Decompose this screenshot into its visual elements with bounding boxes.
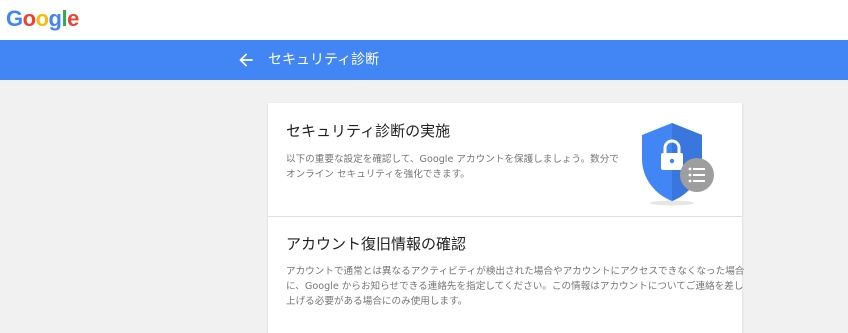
- checkup-intro-section: セキュリティ診断の実施 以下の重要な設定を確認して、Google アカウントを保…: [268, 103, 742, 217]
- recovery-info-section[interactable]: アカウント復旧情報の確認 アカウントで通常とは異なるアクティビティが検出された場…: [268, 217, 745, 333]
- section-title: セキュリティ診断の実施: [286, 122, 451, 140]
- description-line: アカウントで通常とは異なるアクティビティが検出された場合やアカウントにアクセスで…: [286, 266, 745, 277]
- description-line: 以下の重要な設定を確認して、Google アカウントを保護しましょう。数分で: [286, 154, 619, 165]
- shield-lock-icon: [636, 119, 726, 209]
- description-line: に、Google からお知らせできる連絡先を指定してください。この情報はアカウン…: [286, 281, 744, 292]
- page-title: セキュリティ診断: [268, 52, 380, 68]
- top-bar: Google: [0, 0, 848, 40]
- section-description: 以下の重要な設定を確認して、Google アカウントを保護しましょう。数分で オ…: [286, 152, 626, 182]
- google-logo[interactable]: Google: [6, 6, 79, 32]
- header-bar: セキュリティ診断: [0, 40, 848, 80]
- logo-letter-o1: o: [22, 6, 36, 31]
- back-button[interactable]: [236, 50, 256, 70]
- section-description: アカウントで通常とは異なるアクティビティが検出された場合やアカウントにアクセスで…: [286, 264, 745, 309]
- section-title: アカウント復旧情報の確認: [286, 235, 467, 253]
- logo-letter-g: G: [6, 6, 23, 31]
- description-line: オンライン セキュリティを強化できます。: [286, 169, 470, 180]
- arrow-left-icon: [239, 53, 253, 67]
- security-checkup-card: セキュリティ診断の実施 以下の重要な設定を確認して、Google アカウントを保…: [268, 103, 745, 333]
- logo-letter-o2: o: [35, 6, 49, 31]
- description-line: 上げる必要がある場合にのみ使用します。: [286, 296, 468, 307]
- logo-letter-g2: g: [48, 6, 62, 31]
- logo-letter-e: e: [67, 6, 79, 31]
